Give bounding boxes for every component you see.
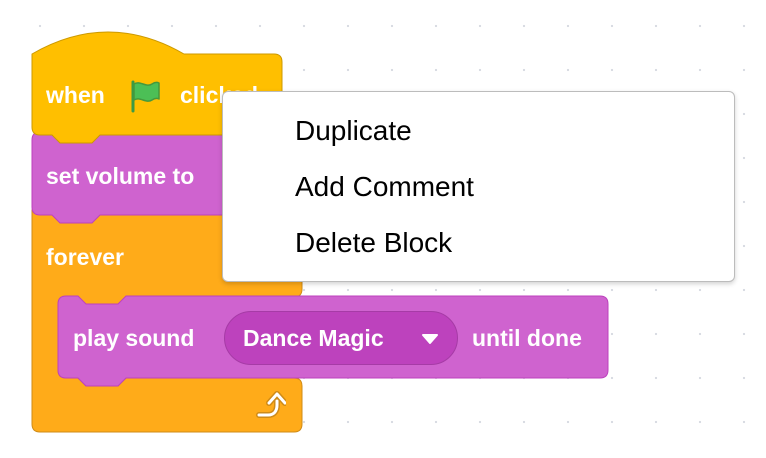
menu-item-add-comment[interactable]: Add Comment (223, 159, 734, 215)
hat-block-label-when: when (46, 82, 105, 108)
loop-arrow-icon (256, 391, 286, 418)
forever-label: forever (46, 244, 124, 270)
sound-dropdown-value: Dance Magic (243, 325, 384, 351)
sound-dropdown[interactable]: Dance Magic (224, 311, 458, 365)
set-volume-label: set volume to (46, 163, 195, 189)
menu-item-duplicate[interactable]: Duplicate (223, 103, 734, 159)
until-done-label: until done (472, 325, 582, 351)
menu-item-delete-block[interactable]: Delete Block (223, 215, 734, 271)
block-context-menu: Duplicate Add Comment Delete Block (222, 91, 735, 282)
play-sound-label: play sound (73, 325, 195, 351)
code-workspace[interactable]: when clicked set volume to forever play … (0, 0, 766, 458)
dropdown-arrow-icon (422, 334, 438, 344)
green-flag-icon (131, 80, 160, 113)
